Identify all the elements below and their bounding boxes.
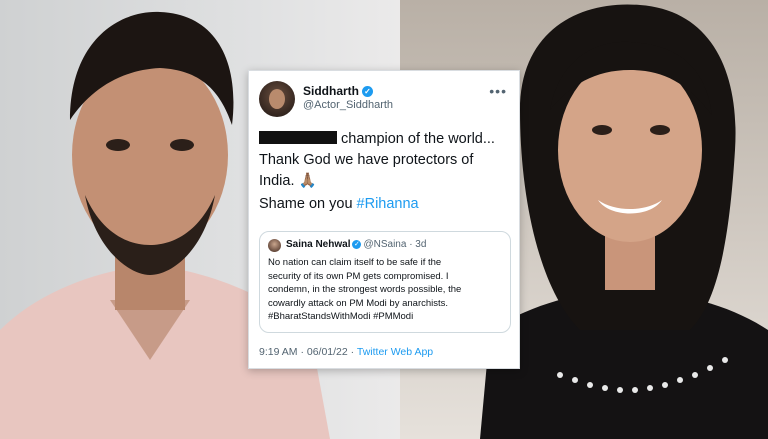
quoted-author-name: Saina Nehwal	[286, 239, 351, 250]
quoted-tweet[interactable]: Saina Nehwal ✓ @NSaina · 3d No nation can …	[259, 231, 511, 333]
more-options-icon[interactable]: •••	[489, 83, 507, 99]
redacted-text-bar	[259, 131, 337, 144]
quoted-author-avatar	[268, 239, 281, 252]
photo-right-woman	[480, 4, 768, 439]
tweet-line-2: Thank God we have protectors of	[259, 152, 474, 168]
quoted-line: security of its own PM gets compromised.…	[268, 270, 449, 282]
quoted-line: condemn, in the strongest words possible…	[268, 284, 462, 295]
tweet-line-1: champion of the world...	[341, 131, 495, 147]
quoted-line: No nation can claim itself to be safe if…	[268, 257, 442, 268]
author-name-text[interactable]: Siddharth	[303, 84, 359, 98]
author-handle[interactable]: @Actor_Siddharth	[303, 99, 393, 111]
quoted-verified-icon: ✓	[352, 239, 362, 249]
quoted-tweet-header: Saina Nehwal ✓ @NSaina · 3d	[286, 239, 426, 250]
author-name[interactable]: Siddharth ✓	[303, 84, 373, 98]
quoted-handle-and-age: @NSaina · 3d	[363, 239, 427, 250]
tweet-timestamp[interactable]: 9:19 AM · 06/01/22 ·	[259, 346, 357, 358]
tweet-text: champion of the world... Thank God we ha…	[259, 129, 515, 192]
quoted-line: #BharatStandsWithModi #PMModi	[268, 311, 414, 322]
quoted-tweet-body: No nation can claim itself to be safe if…	[268, 256, 504, 324]
tweet-card: Siddharth ✓ @Actor_Siddharth ••• champion…	[248, 70, 520, 369]
verified-icon: ✓	[362, 86, 373, 98]
tweet-shame-line: Shame on you #Rihanna	[259, 196, 419, 212]
tweet-footer: 9:19 AM · 06/01/22 · Twitter Web App	[259, 346, 433, 358]
source-app-link[interactable]: Twitter Web App	[357, 346, 433, 358]
author-avatar[interactable]	[259, 81, 295, 117]
quoted-line: cowardly attack on PM Modi by anarchists…	[268, 297, 449, 309]
hashtag-link[interactable]: #Rihanna	[357, 196, 419, 212]
shame-text: Shame on you	[259, 196, 357, 212]
tweet-line-3: India. 🙏🏽	[259, 173, 317, 189]
